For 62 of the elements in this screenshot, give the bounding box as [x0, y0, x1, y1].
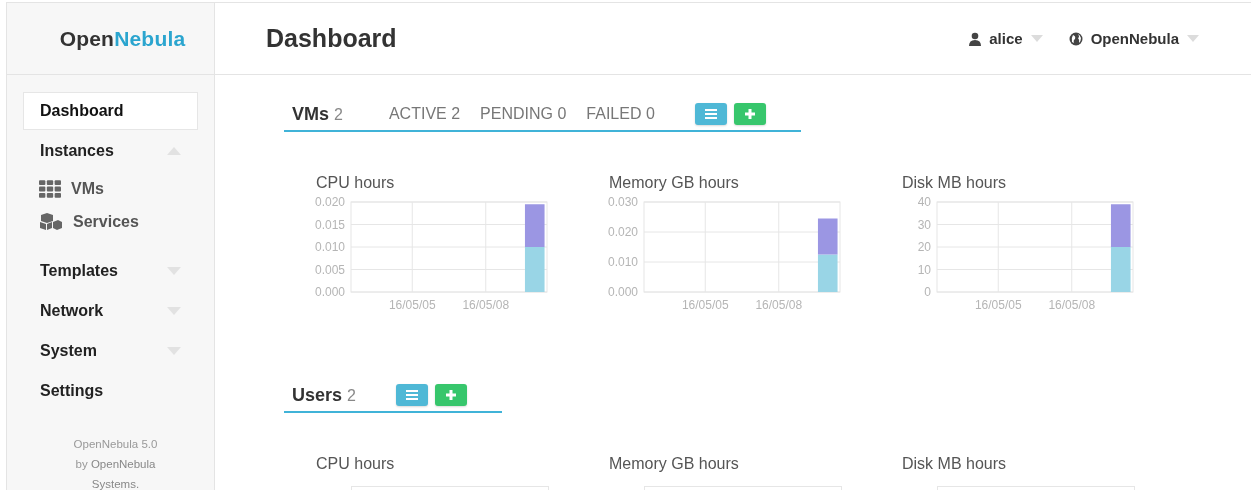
globe-icon	[1068, 31, 1083, 46]
footer-text: by	[75, 458, 88, 470]
user-menu[interactable]: alice	[969, 30, 1043, 47]
add-button[interactable]	[434, 384, 467, 406]
axis-label: 0.010	[314, 240, 345, 254]
chart-title: CPU hours	[316, 455, 396, 474]
bar-segment	[1110, 247, 1131, 292]
zone-menu[interactable]: OpenNebula	[1068, 30, 1199, 47]
list-icon	[704, 109, 717, 119]
sidebar-item[interactable]: Dashboard	[23, 92, 198, 130]
axis-label: 0.000	[607, 285, 638, 299]
axis-label: 0.005	[314, 262, 345, 277]
sidebar-subitem[interactable]: VMs	[39, 172, 198, 205]
version-text: OpenNebula 5.0	[72, 437, 159, 452]
axis-label: 0.020	[607, 225, 638, 239]
sidebar-item[interactable]: Templates	[23, 252, 198, 290]
chart-title: Memory GB hours	[609, 455, 740, 474]
axis-label: 0.000	[314, 285, 345, 299]
add-button[interactable]	[733, 103, 766, 125]
chart-title: CPU hours	[316, 174, 396, 193]
sidebar-item[interactable]: Instances	[23, 132, 198, 170]
axis-label: 20	[917, 240, 931, 254]
chart-title: Memory GB hours	[609, 174, 740, 193]
list-icon	[405, 390, 418, 400]
axis-label: 0.030	[607, 196, 638, 209]
chart-title: Disk MB hours	[902, 455, 1008, 474]
status-count: FAILED 0	[586, 105, 655, 123]
page-title: Dashboard	[266, 24, 397, 53]
axis-label: 30	[917, 217, 931, 232]
axis-label: 0	[924, 285, 931, 299]
company-link[interactable]: Systems.	[91, 478, 140, 490]
axis-label: 16/05/08	[1048, 298, 1096, 312]
user-icon	[969, 31, 982, 46]
list-button[interactable]	[395, 384, 428, 406]
section-title: Users 2	[292, 384, 356, 406]
sidebar-subitem[interactable]: Services	[39, 205, 198, 238]
sidebar-item[interactable]: Settings	[23, 372, 198, 410]
axis-label: 0.015	[314, 217, 345, 232]
section-title: VMs 2	[292, 103, 343, 125]
axis-label: 16/05/05	[974, 298, 1022, 312]
axis-label: 16/05/05	[388, 298, 436, 312]
status-count: PENDING 0	[480, 105, 567, 123]
axis-label: 10	[917, 262, 931, 277]
axis-label: 16/05/08	[755, 298, 803, 312]
grid-icon	[39, 179, 61, 198]
axis-label: 16/05/05	[681, 298, 729, 312]
caret-down-icon	[1187, 35, 1199, 42]
status-count: ACTIVE 2	[388, 105, 461, 123]
cubes-icon	[39, 211, 63, 232]
list-button[interactable]	[694, 103, 727, 125]
logo-text: OpenNebula	[58, 26, 186, 51]
axis-label: 0.020	[314, 196, 345, 209]
axis-label: 0.010	[607, 255, 638, 269]
plus-icon	[744, 109, 755, 119]
caret-down-icon	[1030, 35, 1043, 42]
axis-label: 40	[917, 196, 931, 209]
sidebar-item[interactable]: System	[23, 332, 198, 370]
bar-segment	[524, 247, 545, 292]
chart-title: Disk MB hours	[902, 174, 1008, 193]
axis-label: 16/05/08	[462, 298, 510, 312]
plus-icon	[445, 390, 456, 400]
sidebar-item[interactable]: Network	[23, 292, 198, 330]
